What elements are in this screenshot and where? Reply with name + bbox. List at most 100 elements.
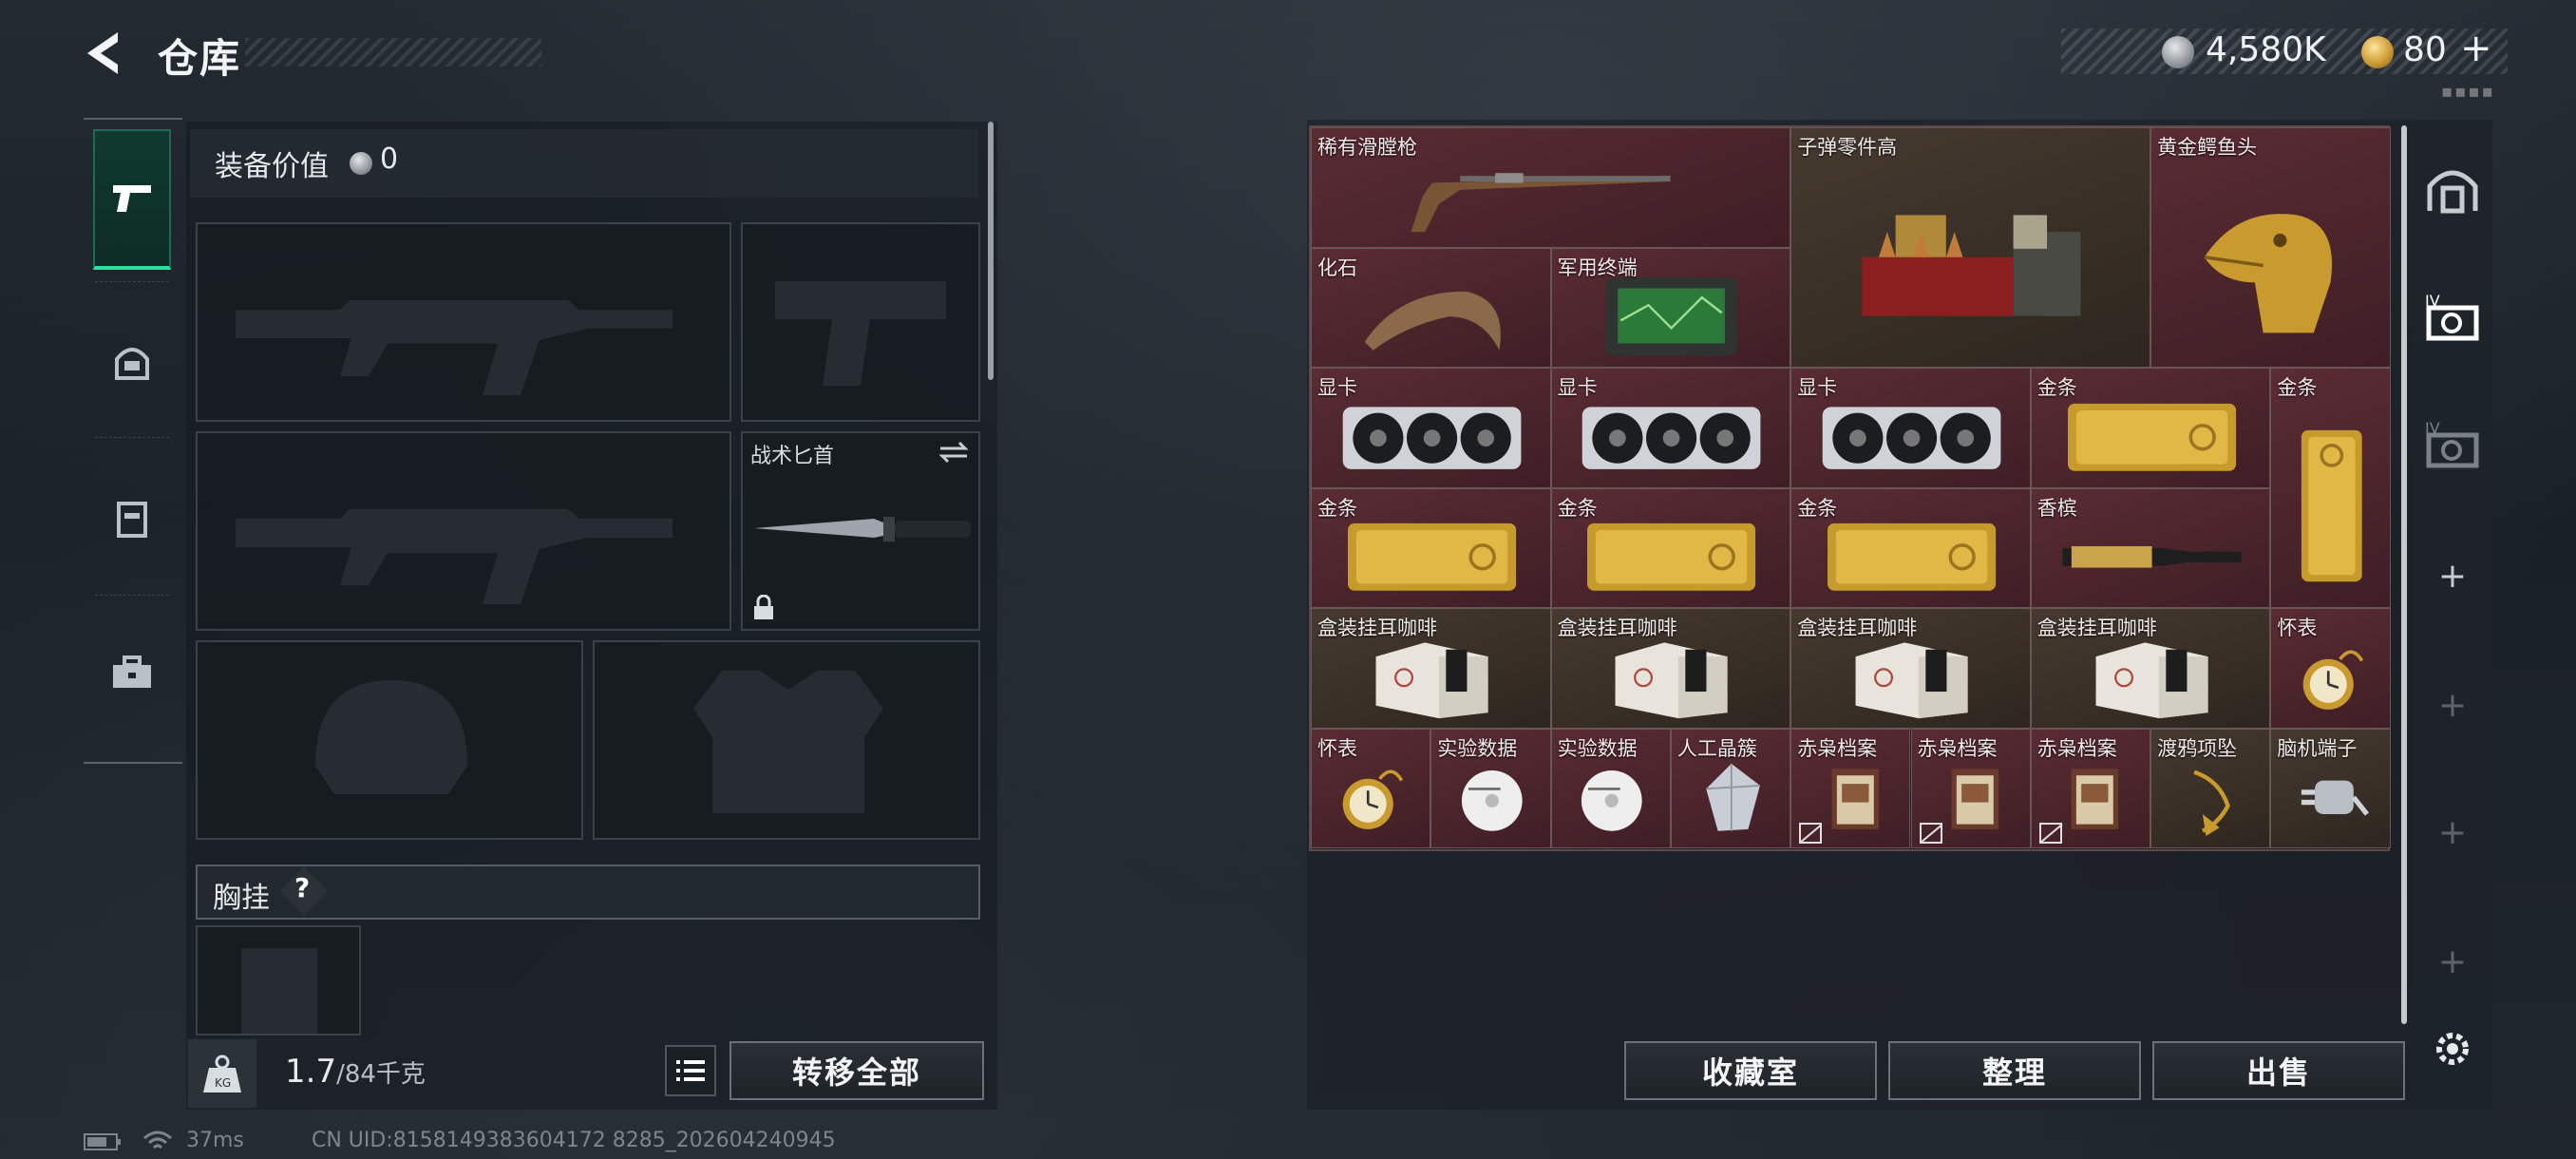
knife-icon bbox=[754, 517, 971, 542]
helmet-icon bbox=[115, 348, 149, 380]
primary-weapon-slot[interactable] bbox=[196, 222, 731, 422]
inventory-item[interactable]: 子弹零件高 bbox=[1790, 127, 2151, 368]
rig-silhouette-icon bbox=[241, 948, 317, 1034]
crate-icon: IV bbox=[2425, 292, 2479, 341]
nav-armor[interactable] bbox=[93, 293, 171, 433]
safe-box-tab[interactable] bbox=[2418, 156, 2487, 224]
wifi-icon bbox=[142, 1130, 173, 1159]
nav-weapons[interactable] bbox=[93, 129, 171, 270]
goldv-icon bbox=[2282, 422, 2381, 594]
gold-icon bbox=[1813, 515, 2010, 603]
storage-tab-4[interactable]: IV bbox=[2418, 408, 2487, 477]
add-storage-button[interactable]: + bbox=[2418, 542, 2487, 610]
secondary-rifle-slot[interactable] bbox=[196, 431, 731, 631]
add-storage-button-locked[interactable]: + bbox=[2418, 798, 2487, 866]
uid-text: CN UID:8158149383604172 8285_20260424094… bbox=[312, 1129, 836, 1152]
item-name: 盒装挂耳咖啡 bbox=[1557, 617, 1677, 639]
inventory-item[interactable]: 稀有滑膛枪 bbox=[1311, 127, 1791, 248]
crystal-icon bbox=[1682, 755, 1781, 844]
item-name: 脑机端子 bbox=[2277, 736, 2358, 760]
organize-button[interactable]: 整理 bbox=[1888, 1041, 2141, 1100]
item-name: 军用终端 bbox=[1557, 256, 1638, 279]
armor-slot[interactable] bbox=[593, 640, 980, 840]
silver-coin-icon bbox=[350, 152, 372, 175]
inventory-item[interactable]: 显卡 bbox=[1311, 368, 1551, 488]
helmet-silhouette-icon bbox=[315, 680, 467, 794]
inventory-item[interactable]: 盒装挂耳咖啡 bbox=[1550, 608, 1791, 729]
item-name: 显卡 bbox=[1317, 376, 1357, 399]
gold-icon bbox=[1334, 515, 1530, 603]
settings-button[interactable] bbox=[2418, 1015, 2487, 1083]
inventory-item[interactable]: 渡鸦项坠 bbox=[2150, 728, 2271, 848]
help-icon: ? bbox=[294, 872, 311, 903]
sell-button[interactable]: 出售 bbox=[2152, 1041, 2405, 1100]
inventory-item[interactable]: 实验数据 bbox=[1550, 728, 1671, 848]
inventory-item[interactable]: 军用终端 bbox=[1550, 247, 1791, 368]
list-view-button[interactable] bbox=[665, 1045, 716, 1096]
collection-room-button[interactable]: 收藏室 bbox=[1624, 1041, 1877, 1100]
silver-amount: 4,580K bbox=[2206, 30, 2326, 69]
title-decoration bbox=[245, 38, 541, 66]
inventory-item[interactable]: 赤枭档案 bbox=[1790, 728, 1911, 848]
item-name: 金条 bbox=[1557, 496, 1598, 520]
item-name: 金条 bbox=[1797, 496, 1838, 520]
inventory-item[interactable]: 脑机端子 bbox=[2270, 728, 2391, 848]
battery-icon bbox=[84, 1132, 122, 1157]
inventory-item[interactable]: 香槟 bbox=[2030, 487, 2271, 608]
equipment-scrollbar[interactable] bbox=[988, 122, 994, 380]
rifle-silhouette-icon bbox=[236, 509, 672, 604]
inventory-item[interactable]: 金条 bbox=[2270, 368, 2391, 608]
melee-slot[interactable]: 战术匕首 bbox=[741, 431, 980, 631]
helmet-slot[interactable] bbox=[196, 640, 583, 840]
inventory-item[interactable]: 赤枭档案 bbox=[2030, 728, 2151, 848]
nav-gear[interactable] bbox=[93, 448, 171, 589]
item-name: 实验数据 bbox=[1437, 736, 1518, 760]
item-name: 怀表 bbox=[2277, 617, 2318, 639]
inventory-item[interactable]: 金条 bbox=[2030, 368, 2271, 488]
ping: 37ms bbox=[186, 1129, 244, 1152]
item-name: 黄金鳄鱼头 bbox=[2157, 136, 2258, 159]
item-name: 实验数据 bbox=[1557, 736, 1638, 760]
page-title: 仓库 bbox=[158, 35, 242, 82]
item-name: 金条 bbox=[1317, 496, 1357, 520]
item-name: 显卡 bbox=[1797, 376, 1838, 399]
safe-icon bbox=[2427, 170, 2478, 214]
swap-icon[interactable] bbox=[937, 441, 971, 464]
inventory-item[interactable]: 化石 bbox=[1311, 247, 1551, 368]
nav-toolkit[interactable] bbox=[93, 602, 171, 743]
add-storage-button-locked[interactable]: + bbox=[2418, 671, 2487, 739]
inventory-item[interactable]: 赤枭档案 bbox=[1910, 728, 2031, 848]
inventory-item[interactable]: 怀表 bbox=[1311, 728, 1431, 848]
storage-tab-4-active[interactable]: IV bbox=[2418, 281, 2487, 350]
inventory-item[interactable]: 实验数据 bbox=[1430, 728, 1551, 848]
gpu-icon bbox=[1334, 395, 1530, 484]
unsellable-icon bbox=[2038, 823, 2062, 844]
ammo-icon bbox=[1824, 181, 2119, 353]
inventory-item[interactable]: 人工晶簇 bbox=[1670, 728, 1791, 848]
lock-icon bbox=[754, 595, 773, 619]
coffee-icon bbox=[1813, 636, 2010, 724]
item-name: 稀有滑膛枪 bbox=[1317, 136, 1417, 159]
inventory-item[interactable]: 黄金鳄鱼头 bbox=[2150, 127, 2391, 368]
item-name: 赤枭档案 bbox=[1797, 736, 1878, 760]
add-storage-button-locked[interactable]: + bbox=[2418, 927, 2487, 996]
secondary-weapon-slot[interactable] bbox=[741, 222, 980, 422]
weight-icon-box: KG bbox=[188, 1039, 256, 1108]
chest-rig-slot[interactable] bbox=[196, 925, 361, 1036]
inventory-item[interactable]: 显卡 bbox=[1790, 368, 2031, 488]
inventory-scrollbar[interactable] bbox=[2401, 125, 2407, 1024]
inventory-item[interactable]: 金条 bbox=[1790, 487, 2031, 608]
inventory-item[interactable]: 盒装挂耳咖啡 bbox=[1790, 608, 2031, 729]
inventory-item[interactable]: 盒装挂耳咖啡 bbox=[2030, 608, 2271, 729]
inventory-item[interactable]: 怀表 bbox=[2270, 608, 2391, 729]
category-nav bbox=[84, 118, 182, 764]
inventory-item[interactable]: 盒装挂耳咖啡 bbox=[1311, 608, 1551, 729]
inventory-item[interactable]: 金条 bbox=[1311, 487, 1551, 608]
inventory-item[interactable]: 显卡 bbox=[1550, 368, 1791, 488]
add-currency-button[interactable]: + bbox=[2460, 27, 2492, 70]
back-button[interactable] bbox=[80, 28, 133, 78]
item-name: 赤枭档案 bbox=[1917, 736, 1998, 760]
melee-slot-label: 战术匕首 bbox=[750, 445, 835, 468]
inventory-item[interactable]: 金条 bbox=[1550, 487, 1791, 608]
transfer-all-button[interactable]: 转移全部 bbox=[729, 1041, 984, 1100]
